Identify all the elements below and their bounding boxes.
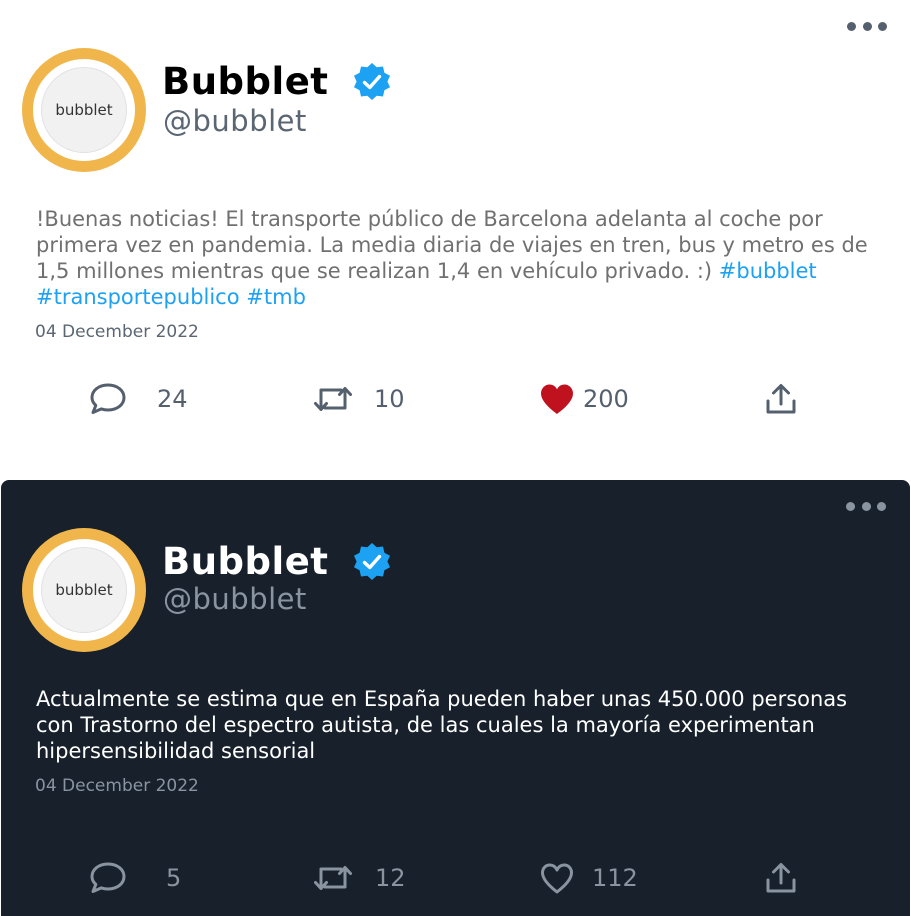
like-count: 200 [583, 385, 629, 413]
more-options-icon[interactable] [846, 500, 886, 512]
reply-count: 5 [166, 864, 182, 892]
more-options-icon[interactable] [847, 20, 887, 32]
reply-button[interactable]: 24 [88, 382, 188, 416]
share-button[interactable] [764, 382, 798, 416]
hashtag-link[interactable]: #transportepublico [36, 285, 240, 309]
share-button[interactable] [764, 861, 798, 895]
like-count: 112 [592, 864, 638, 892]
comment-icon [90, 862, 126, 893]
retweet-icon [314, 387, 352, 411]
heart-icon [541, 384, 573, 414]
retweet-count: 12 [375, 864, 406, 892]
avatar-logo: bubblet [41, 547, 127, 633]
heart-outline-icon [541, 863, 573, 894]
avatar[interactable]: bubblet [22, 48, 146, 172]
verified-badge-icon [354, 62, 391, 100]
tweet-card-dark: bubblet Bubblet @bubblet Actualmente se … [1, 480, 910, 916]
retweet-button[interactable]: 12 [312, 861, 406, 895]
retweet-icon [314, 866, 352, 890]
like-button[interactable]: 112 [539, 861, 638, 895]
retweet-count: 10 [374, 385, 405, 413]
share-icon [766, 863, 796, 893]
verified-badge-icon [354, 542, 391, 580]
display-name[interactable]: Bubblet [162, 540, 328, 583]
reply-button[interactable]: 5 [88, 861, 181, 895]
user-handle[interactable]: @bubblet [163, 582, 307, 616]
tweet-text: Actualmente se estima que en España pued… [36, 687, 848, 763]
reply-count: 24 [157, 385, 188, 413]
avatar[interactable]: bubblet [22, 528, 146, 652]
like-button[interactable]: 200 [539, 382, 629, 416]
tweet-date: 04 December 2022 [35, 322, 199, 342]
comment-icon [90, 383, 126, 414]
display-name[interactable]: Bubblet [162, 60, 328, 103]
hashtag-link[interactable]: #bubblet [719, 259, 817, 283]
retweet-button[interactable]: 10 [312, 382, 405, 416]
tweet-text: !Buenas noticias! El transporte público … [36, 207, 868, 309]
share-icon [766, 384, 796, 414]
tweet-card-light: bubblet Bubblet @bubblet !Buenas noticia… [0, 0, 911, 470]
user-handle[interactable]: @bubblet [163, 104, 307, 138]
hashtag-link[interactable]: #tmb [246, 285, 306, 309]
tweet-date: 04 December 2022 [35, 776, 199, 796]
avatar-logo: bubblet [41, 67, 127, 153]
